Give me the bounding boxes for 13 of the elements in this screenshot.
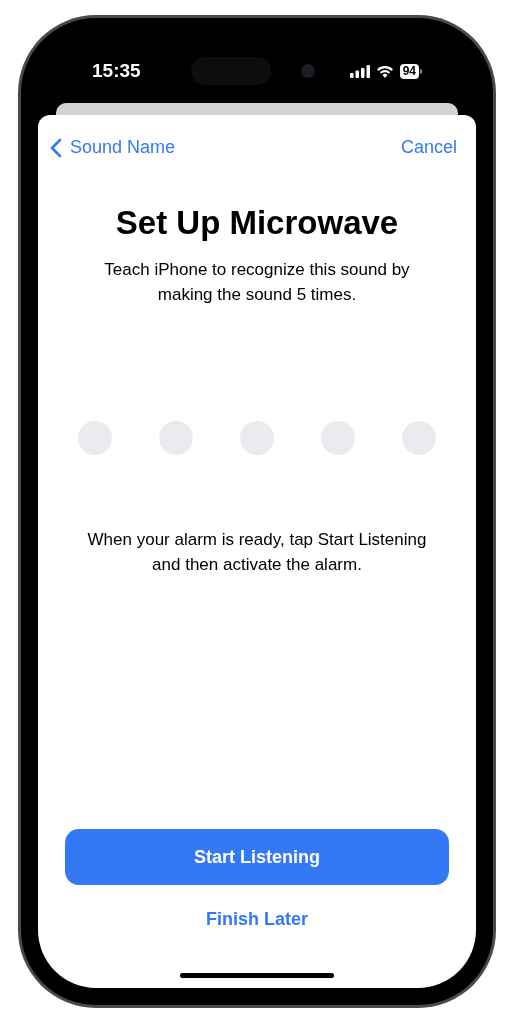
battery-level: 94 [399, 63, 419, 79]
cancel-button[interactable]: Cancel [400, 134, 464, 161]
start-listening-button[interactable]: Start Listening [65, 829, 449, 885]
finish-later-button[interactable]: Finish Later [206, 906, 308, 933]
back-button[interactable]: Sound Name [50, 134, 176, 161]
instruction-text: When your alarm is ready, tap Start Listening and then activate the alarm. [86, 529, 428, 576]
camera-icon [300, 64, 315, 78]
chevron-left-icon [50, 137, 62, 158]
wifi-icon [375, 64, 394, 78]
title: Set Up Microwave [115, 203, 399, 243]
subtitle: Teach iPhone to recognize this sound by making the sound 5 times. [103, 259, 411, 306]
status-time: 15:35 [92, 58, 141, 83]
signal-icon [349, 64, 370, 78]
